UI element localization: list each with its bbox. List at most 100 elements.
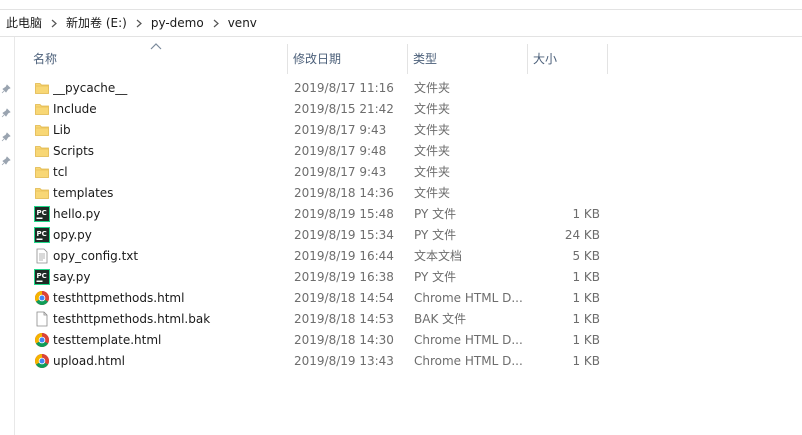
- file-type: 文件夹: [414, 186, 451, 200]
- file-name: testhttpmethods.html.bak: [53, 312, 211, 326]
- file-row[interactable]: PC opy.py 2019/8/19 15:34 PY 文件 24 KB: [15, 225, 802, 246]
- pin-icon[interactable]: [0, 131, 12, 143]
- file-modified-date: 2019/8/19 16:44: [294, 249, 394, 263]
- folder-icon: [34, 101, 50, 117]
- file-type: PY 文件: [414, 207, 457, 221]
- file-name: testtemplate.html: [53, 333, 162, 347]
- file-row[interactable]: Scripts 2019/8/17 9:48 文件夹: [15, 141, 802, 162]
- file-modified-date: 2019/8/19 16:38: [294, 270, 394, 284]
- pycharm-icon: PC: [34, 269, 50, 285]
- column-header-row: 名称 修改日期 类型 大小: [15, 43, 802, 74]
- file-name: hello.py: [53, 207, 101, 221]
- chrome-icon: [34, 353, 50, 369]
- file-name: opy_config.txt: [53, 249, 139, 263]
- file-row[interactable]: testhttpmethods.html.bak 2019/8/18 14:53 B…: [15, 309, 802, 330]
- file-row[interactable]: testhttpmethods.html 2019/8/18 14:54 Chrom…: [15, 288, 802, 309]
- file-size: [528, 120, 600, 141]
- folder-icon: [34, 122, 50, 138]
- file-row[interactable]: Lib 2019/8/17 9:43 文件夹: [15, 120, 802, 141]
- file-name: Lib: [53, 123, 71, 137]
- file-type: 文件夹: [414, 123, 451, 137]
- file-row[interactable]: testtemplate.html 2019/8/18 14:30 Chrome H…: [15, 330, 802, 351]
- file-type: BAK 文件: [414, 312, 467, 326]
- breadcrumb[interactable]: 此电脑 新加卷 (E:) py-demo venv: [0, 10, 802, 37]
- breadcrumb-item-this-pc[interactable]: 此电脑: [0, 12, 46, 34]
- file-modified-date: 2019/8/19 15:34: [294, 228, 394, 242]
- file-name: upload.html: [53, 354, 126, 368]
- pycharm-icon: PC: [34, 227, 50, 243]
- column-header-date[interactable]: 修改日期: [289, 44, 408, 74]
- file-size: 1 KB: [572, 333, 600, 347]
- folder-icon: [34, 80, 50, 96]
- file-name: Scripts: [53, 144, 95, 158]
- chrome-icon: [34, 332, 50, 348]
- window-top-strip: [0, 0, 802, 10]
- file-name: __pycache__: [53, 81, 128, 95]
- breadcrumb-item-drive[interactable]: 新加卷 (E:): [62, 12, 131, 34]
- file-type: Chrome HTML D...: [414, 354, 522, 368]
- file-type: PY 文件: [414, 228, 457, 242]
- file-row[interactable]: upload.html 2019/8/19 13:43 Chrome HTML D.…: [15, 351, 802, 372]
- file-modified-date: 2019/8/18 14:30: [294, 333, 394, 347]
- column-header-type[interactable]: 类型: [409, 44, 528, 74]
- file-row[interactable]: templates 2019/8/18 14:36 文件夹: [15, 183, 802, 204]
- column-header-name[interactable]: 名称: [29, 44, 288, 74]
- file-modified-date: 2019/8/17 9:48: [294, 144, 387, 158]
- pycharm-icon: PC: [34, 206, 50, 222]
- pin-icon[interactable]: [0, 155, 12, 167]
- file-name: testhttpmethods.html: [53, 291, 185, 305]
- file-type: 文件夹: [414, 102, 451, 116]
- folder-icon: [34, 143, 50, 159]
- file-row[interactable]: PC say.py 2019/8/19 16:38 PY 文件 1 KB: [15, 267, 802, 288]
- file-list[interactable]: __pycache__ 2019/8/17 11:16 文件夹 Include 2019…: [15, 78, 802, 372]
- file-row[interactable]: opy_config.txt 2019/8/19 16:44 文本文档 5 KB: [15, 246, 802, 267]
- pin-icon[interactable]: [0, 83, 12, 95]
- file-type: 文本文档: [414, 249, 463, 263]
- file-type: Chrome HTML D...: [414, 333, 522, 347]
- breadcrumb-item-py-demo[interactable]: py-demo: [147, 12, 208, 34]
- chevron-right-icon[interactable]: [208, 12, 224, 34]
- file-modified-date: 2019/8/18 14:53: [294, 312, 394, 326]
- file-size: 1 KB: [572, 291, 600, 305]
- file-modified-date: 2019/8/17 9:43: [294, 123, 387, 137]
- folder-icon: [34, 164, 50, 180]
- file-row[interactable]: Include 2019/8/15 21:42 文件夹: [15, 99, 802, 120]
- file-name: tcl: [53, 165, 68, 179]
- navigation-pane[interactable]: [0, 37, 15, 435]
- file-row[interactable]: tcl 2019/8/17 9:43 文件夹: [15, 162, 802, 183]
- chevron-right-icon[interactable]: [131, 12, 147, 34]
- file-size: 1 KB: [572, 270, 600, 284]
- file-modified-date: 2019/8/17 11:16: [294, 81, 394, 95]
- file-name: opy.py: [53, 228, 92, 242]
- breadcrumb-item-venv[interactable]: venv: [224, 12, 261, 34]
- file-size: [528, 99, 600, 120]
- blank-file-icon: [34, 311, 50, 327]
- file-modified-date: 2019/8/18 14:36: [294, 186, 394, 200]
- file-name: say.py: [53, 270, 91, 284]
- file-modified-date: 2019/8/15 21:42: [294, 102, 394, 116]
- file-size: [528, 162, 600, 183]
- svg-text:PC: PC: [37, 230, 47, 238]
- text-file-icon: [34, 248, 50, 264]
- column-header-size[interactable]: 大小: [529, 44, 608, 74]
- file-row[interactable]: __pycache__ 2019/8/17 11:16 文件夹: [15, 78, 802, 99]
- file-type: 文件夹: [414, 165, 451, 179]
- file-modified-date: 2019/8/17 9:43: [294, 165, 387, 179]
- file-size: 24 KB: [564, 228, 600, 242]
- svg-text:PC: PC: [37, 272, 47, 280]
- file-row[interactable]: PC hello.py 2019/8/19 15:48 PY 文件 1 KB: [15, 204, 802, 225]
- file-name: templates: [53, 186, 114, 200]
- file-modified-date: 2019/8/19 13:43: [294, 354, 394, 368]
- chevron-right-icon[interactable]: [46, 12, 62, 34]
- file-modified-date: 2019/8/19 15:48: [294, 207, 394, 221]
- pin-icon[interactable]: [0, 107, 12, 119]
- file-type: 文件夹: [414, 144, 451, 158]
- folder-icon: [34, 185, 50, 201]
- chrome-icon: [34, 290, 50, 306]
- svg-text:PC: PC: [37, 209, 47, 217]
- file-name: Include: [53, 102, 97, 116]
- file-type: Chrome HTML D...: [414, 291, 522, 305]
- file-size: [528, 141, 600, 162]
- file-type: 文件夹: [414, 81, 451, 95]
- file-type: PY 文件: [414, 270, 457, 284]
